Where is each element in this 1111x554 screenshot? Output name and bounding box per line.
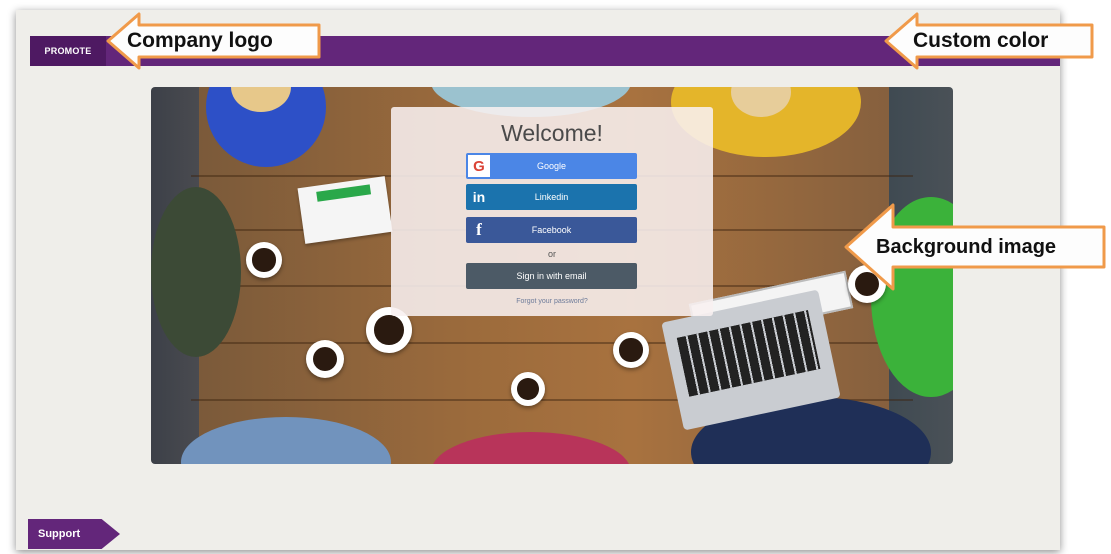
- callout-text: Background image: [876, 235, 1057, 258]
- or-divider: or: [547, 249, 556, 259]
- login-card: Welcome! G Google in Linkedin f Facebook…: [391, 107, 713, 316]
- facebook-signin-button[interactable]: f Facebook: [466, 217, 637, 243]
- background-image: Welcome! G Google in Linkedin f Facebook…: [151, 87, 953, 464]
- support-button[interactable]: Support: [28, 519, 120, 549]
- email-signin-button[interactable]: Sign in with email: [466, 263, 637, 289]
- document-prop: [297, 176, 393, 244]
- forgot-password-link[interactable]: Forgot your password?: [391, 298, 713, 305]
- linkedin-signin-button[interactable]: in Linkedin: [466, 184, 637, 210]
- callout-text: Custom color: [913, 29, 1049, 52]
- facebook-label: Facebook: [531, 225, 572, 235]
- facebook-icon: f: [476, 220, 482, 239]
- linkedin-icon: in: [472, 189, 486, 205]
- background-image-callout: Background image: [843, 202, 1108, 292]
- welcome-title: Welcome!: [501, 120, 603, 146]
- google-label: Google: [536, 161, 567, 171]
- linkedin-label: Linkedin: [534, 192, 569, 202]
- callout-text: Company logo: [127, 29, 273, 52]
- custom-color-callout: Custom color: [883, 11, 1096, 71]
- google-signin-button[interactable]: G Google: [466, 153, 637, 179]
- company-logo-callout: Company logo: [105, 11, 323, 71]
- google-icon: G: [468, 155, 490, 177]
- company-logo[interactable]: PROMOTE: [30, 36, 106, 66]
- email-label: Sign in with email: [516, 271, 587, 281]
